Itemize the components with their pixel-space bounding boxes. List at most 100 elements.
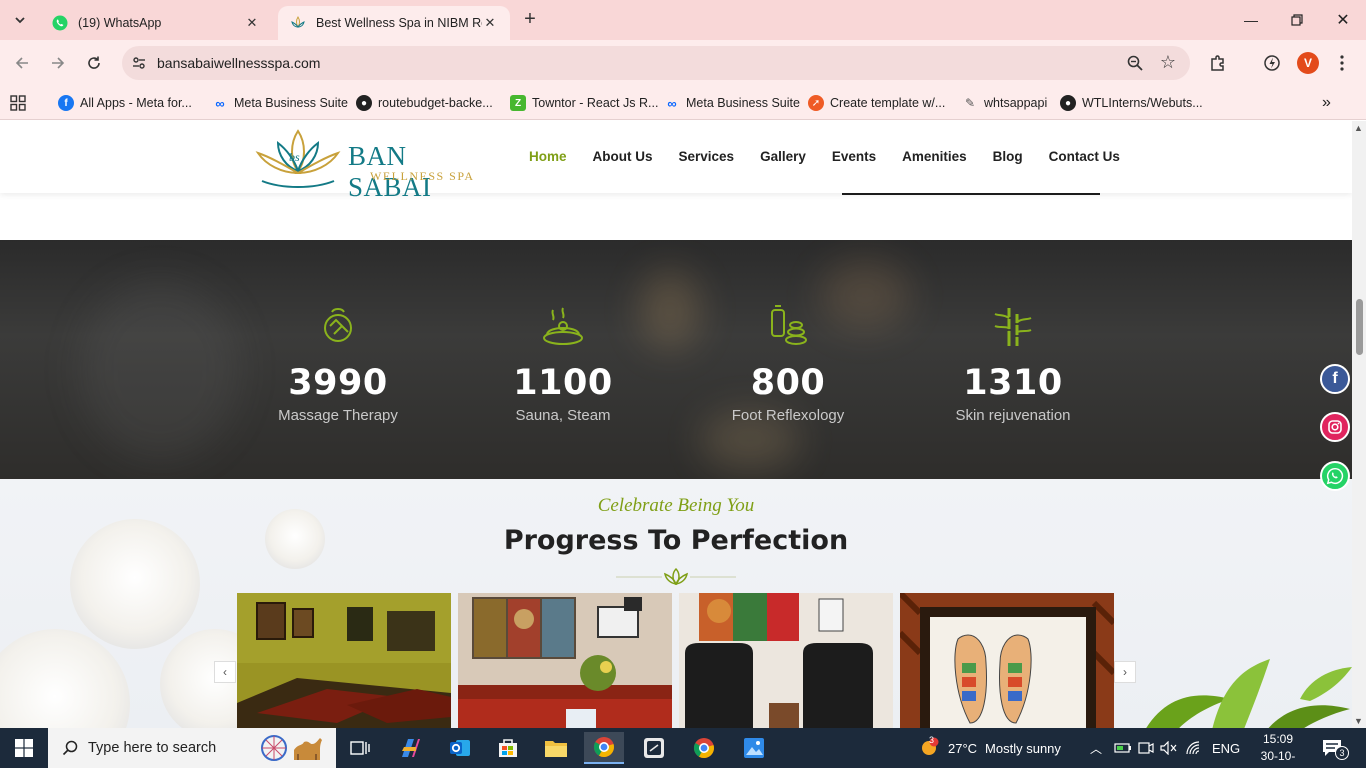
clock-date: 30-10-2025 bbox=[1260, 749, 1296, 768]
page-scrollbar[interactable]: ▲ ▼ bbox=[1352, 121, 1366, 728]
bookmark-item[interactable]: ● WTLInterns/Webuts... bbox=[1060, 93, 1203, 113]
browser-tab-bar: (19) WhatsApp ✕ Best Wellness Spa in NIB… bbox=[0, 0, 1366, 40]
tab-search-button[interactable] bbox=[8, 8, 32, 32]
close-icon[interactable]: ✕ bbox=[482, 15, 498, 31]
bookmark-icon: ✎ bbox=[964, 96, 976, 110]
stat-skin: 1310 Skin rejuvenation bbox=[913, 304, 1113, 424]
task-view-button[interactable] bbox=[340, 732, 380, 764]
task-view-icon bbox=[350, 741, 370, 755]
scrollbar-thumb[interactable] bbox=[1356, 299, 1363, 355]
copilot-button[interactable] bbox=[390, 732, 430, 764]
network-button[interactable] bbox=[1186, 728, 1204, 768]
bookmark-star-icon[interactable]: ☆ bbox=[1160, 52, 1176, 73]
address-bar[interactable]: bansabaiwellnessspa.com ☆ bbox=[122, 46, 1190, 80]
instagram-button[interactable] bbox=[1320, 412, 1350, 442]
language-indicator[interactable]: ENG bbox=[1212, 728, 1240, 768]
close-icon[interactable]: ✕ bbox=[244, 15, 260, 31]
close-window-button[interactable]: ✕ bbox=[1320, 0, 1366, 40]
reload-button[interactable] bbox=[82, 51, 106, 75]
windows-taskbar: Type here to search 3 27°C Mostly sunny … bbox=[0, 728, 1366, 768]
bookmark-item[interactable]: ➚ Create template w/... bbox=[808, 93, 945, 113]
carousel-next-button[interactable]: › bbox=[1114, 661, 1136, 683]
forward-button[interactable] bbox=[46, 51, 70, 75]
bookmark-item[interactable]: ∞ Meta Business Suite bbox=[664, 93, 800, 113]
outlook-button[interactable] bbox=[440, 732, 480, 764]
site-info-icon[interactable] bbox=[131, 55, 147, 71]
restore-button[interactable] bbox=[1274, 0, 1320, 40]
tray-icon[interactable] bbox=[1114, 728, 1132, 768]
volume-button[interactable] bbox=[1160, 728, 1178, 768]
more-bookmarks-button[interactable]: » bbox=[1322, 93, 1331, 113]
browser-menu-button[interactable] bbox=[1330, 51, 1354, 75]
site-header: bs BAN SABAI WELLNESS SPA Home About Us … bbox=[0, 121, 1352, 202]
zoom-icon[interactable] bbox=[1126, 54, 1144, 72]
weather-widget[interactable]: 3 27°C Mostly sunny bbox=[918, 728, 1061, 768]
tab-whatsapp[interactable]: (19) WhatsApp ✕ bbox=[40, 6, 272, 40]
lotus-divider-icon bbox=[616, 567, 736, 586]
search-icon bbox=[62, 740, 78, 756]
whatsapp-icon bbox=[52, 15, 68, 31]
bookmark-item[interactable]: ∞ Meta Business Suite bbox=[212, 93, 348, 113]
minimize-button[interactable]: — bbox=[1228, 0, 1274, 40]
nav-contact-us[interactable]: Contact Us bbox=[1049, 149, 1120, 164]
tab-title: Best Wellness Spa in NIBM Roa bbox=[316, 16, 482, 30]
gallery-photo[interactable] bbox=[900, 593, 1114, 728]
bookmark-item[interactable]: f All Apps - Meta for... bbox=[58, 93, 192, 113]
postman-icon: ➚ bbox=[808, 95, 824, 111]
bookmark-item[interactable]: ✎ whtsappapi bbox=[962, 93, 1047, 113]
gallery-photo[interactable] bbox=[237, 593, 451, 728]
scroll-down-icon[interactable]: ▼ bbox=[1354, 716, 1363, 726]
show-hidden-icons-button[interactable]: ︿ bbox=[1090, 728, 1102, 768]
gallery-photo[interactable] bbox=[458, 593, 672, 728]
photos-icon bbox=[744, 738, 764, 758]
facebook-icon: f bbox=[58, 95, 74, 111]
file-explorer-button[interactable] bbox=[536, 732, 576, 764]
bookmark-item[interactable]: ● routebudget-backe... bbox=[356, 93, 493, 113]
stones-bottle-icon bbox=[771, 305, 807, 345]
nav-amenities[interactable]: Amenities bbox=[902, 149, 967, 164]
back-button[interactable] bbox=[10, 51, 34, 75]
stat-number: 3990 bbox=[288, 363, 388, 403]
carousel-prev-button[interactable]: ‹ bbox=[214, 661, 236, 683]
chevron-up-icon: ︿ bbox=[1090, 741, 1103, 756]
treatment-room-photo bbox=[237, 593, 451, 728]
apps-button[interactable] bbox=[10, 93, 26, 113]
pedicure-chairs-photo bbox=[679, 593, 893, 728]
extensions-button[interactable] bbox=[1206, 51, 1230, 75]
app-button[interactable] bbox=[634, 732, 674, 764]
start-button[interactable] bbox=[0, 728, 48, 768]
nav-events[interactable]: Events bbox=[832, 149, 876, 164]
whatsapp-button[interactable] bbox=[1320, 461, 1350, 491]
reload-icon bbox=[88, 56, 100, 69]
scroll-up-icon[interactable]: ▲ bbox=[1354, 123, 1363, 133]
clock-time: 15:09 bbox=[1262, 732, 1294, 746]
bookmark-label: Towntor - React Js R... bbox=[532, 96, 659, 110]
weather-temp: 27°C bbox=[948, 740, 978, 756]
battery-saver-icon bbox=[1114, 743, 1131, 753]
nav-blog[interactable]: Blog bbox=[993, 149, 1023, 164]
chrome-profile-button[interactable] bbox=[684, 732, 724, 764]
bookmark-item[interactable]: Z Towntor - React Js R... bbox=[510, 93, 658, 113]
nav-services[interactable]: Services bbox=[679, 149, 735, 164]
performance-button[interactable] bbox=[1260, 51, 1284, 75]
chrome-button[interactable] bbox=[584, 732, 624, 764]
gallery-photo[interactable] bbox=[679, 593, 893, 728]
nav-gallery[interactable]: Gallery bbox=[760, 149, 806, 164]
facebook-button[interactable]: f bbox=[1320, 364, 1350, 394]
photos-button[interactable] bbox=[734, 732, 774, 764]
notifications-button[interactable]: 3 bbox=[1322, 728, 1349, 768]
site-logo[interactable]: bs BAN SABAI WELLNESS SPA bbox=[252, 127, 492, 202]
nav-home[interactable]: Home bbox=[529, 149, 567, 164]
new-tab-button[interactable]: + bbox=[518, 9, 542, 30]
lotus-icon bbox=[290, 15, 306, 31]
stat-sauna: 1100 Sauna, Steam bbox=[463, 304, 663, 424]
massage-hands-icon bbox=[324, 308, 352, 342]
profile-avatar[interactable]: V bbox=[1297, 52, 1319, 74]
bookmark-label: All Apps - Meta for... bbox=[80, 96, 192, 110]
taskbar-search[interactable]: Type here to search bbox=[48, 728, 336, 768]
tray-icon[interactable] bbox=[1138, 728, 1154, 768]
clock[interactable]: 15:09 30-10-2025 bbox=[1248, 731, 1308, 768]
nav-about-us[interactable]: About Us bbox=[593, 149, 653, 164]
store-button[interactable] bbox=[488, 732, 528, 764]
tab-bansabai[interactable]: Best Wellness Spa in NIBM Roa ✕ bbox=[278, 6, 510, 40]
